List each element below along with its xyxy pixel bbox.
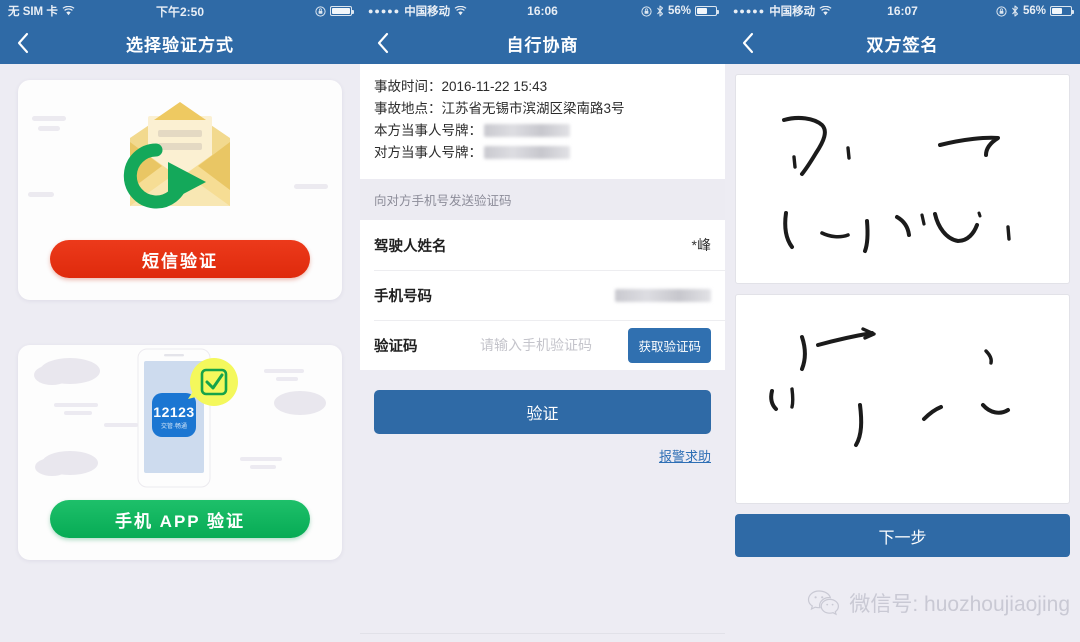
status-right-group: 56% — [641, 5, 719, 17]
chevron-left-icon[interactable] — [360, 32, 404, 54]
negotiation-form: 事故时间： 2016-11-22 15:43 事故地点： 江苏省无锡市滨湖区梁南… — [360, 64, 725, 642]
screenshot-stage: 无 SIM 卡 下午2:50 选择验证方式 短信验证 12123 交管·畅通 手… — [0, 0, 1080, 642]
police-help-label: 报警求助 — [658, 449, 711, 465]
battery-percent: 56% — [667, 5, 691, 17]
method-card-app[interactable]: 12123 交管·畅通 手机 APP 验证 — [18, 345, 342, 560]
bluetooth-icon — [657, 5, 664, 17]
field-phone-number[interactable]: 手机号码 — [360, 270, 725, 320]
nav-bar: 选择验证方式 — [0, 22, 360, 64]
status-carrier-group: ●●●●● 中国移动 — [733, 3, 832, 19]
input-field-list: 驾驶人姓名 *峰 手机号码 验证码 请输入手机验证码 获取验证码 — [360, 220, 725, 371]
next-step-button[interactable]: 下一步 — [735, 514, 1070, 557]
phone-panel-signatures: ●●●●● 中国移动 16:07 56% 双方签名 下一步 微信号: huozh… — [725, 0, 1080, 642]
info-row: 本方当事人号牌： — [374, 120, 711, 142]
signal-dots-icon: ●●●●● — [733, 6, 766, 16]
svg-text:12123: 12123 — [153, 404, 194, 420]
field-value: *峰 — [691, 237, 711, 254]
police-help-link[interactable]: 报警求助 — [360, 434, 725, 465]
info-label: 事故地点： — [374, 100, 442, 116]
envelope-arrow-icon — [18, 80, 342, 232]
status-bar: ●●●●● 中国移动 16:06 56% — [360, 0, 725, 22]
info-value: 江苏省无锡市滨湖区梁南路3号 — [441, 100, 625, 116]
field-label: 驾驶人姓名 — [374, 238, 447, 255]
phone-panel-choose-method: 无 SIM 卡 下午2:50 选择验证方式 短信验证 12123 交管·畅通 手… — [0, 0, 360, 642]
redacted-plate-other — [484, 146, 570, 159]
next-step-label: 下一步 — [878, 529, 927, 547]
redacted-phone-number — [615, 288, 711, 302]
battery-icon — [1050, 6, 1074, 16]
phone-panel-negotiation: ●●●●● 中国移动 16:06 56% 自行协商 事故时间： 2016-11-… — [360, 0, 725, 642]
battery-icon — [695, 6, 719, 16]
signature-canvas-party-b[interactable] — [735, 294, 1070, 504]
info-label: 对方当事人号牌： — [374, 144, 482, 160]
wifi-icon — [454, 6, 467, 16]
bluetooth-icon — [1012, 5, 1019, 17]
status-carrier-group: ●●●●● 中国移动 — [368, 3, 467, 19]
sms-verify-label: 短信验证 — [142, 251, 218, 271]
field-verification-code[interactable]: 验证码 请输入手机验证码 获取验证码 — [360, 320, 725, 370]
battery-percent: 56% — [1022, 5, 1046, 17]
signal-dots-icon: ●●●●● — [368, 6, 401, 16]
method-list: 短信验证 12123 交管·畅通 手机 APP 验证 — [0, 64, 360, 642]
signature-canvas-party-a[interactable] — [735, 74, 1070, 284]
carrier-label: 中国移动 — [769, 6, 816, 18]
chevron-left-icon[interactable] — [725, 32, 769, 54]
verification-code-input[interactable]: 请输入手机验证码 — [480, 335, 592, 355]
battery-icon — [330, 6, 354, 16]
page-title: 自行协商 — [506, 35, 579, 55]
page-title: 双方签名 — [866, 35, 939, 55]
app-verify-label: 手机 APP 验证 — [114, 511, 246, 531]
carrier-label: 中国移动 — [404, 6, 451, 18]
verify-label: 验证 — [526, 406, 559, 424]
wifi-icon — [62, 6, 75, 16]
accident-info-card: 事故时间： 2016-11-22 15:43 事故地点： 江苏省无锡市滨湖区梁南… — [360, 64, 725, 180]
redacted-plate-own — [484, 124, 570, 138]
nav-bar: 自行协商 — [360, 22, 725, 64]
status-bar: ●●●●● 中国移动 16:07 56% — [725, 0, 1080, 22]
carrier-label: 无 SIM 卡 — [8, 6, 58, 18]
nav-bar: 双方签名 — [725, 22, 1080, 64]
status-bar: 无 SIM 卡 下午2:50 — [0, 0, 360, 22]
section-header: 向对方手机号发送验证码 — [360, 179, 725, 221]
info-label: 本方当事人号牌： — [374, 122, 482, 138]
sms-verify-button[interactable]: 短信验证 — [50, 240, 310, 278]
phone-app-check-icon: 12123 交管·畅通 — [18, 345, 342, 495]
get-code-button[interactable]: 获取验证码 — [628, 327, 711, 363]
rotation-lock-icon — [641, 5, 652, 17]
signature-area: 下一步 — [725, 64, 1080, 642]
info-row: 对方当事人号牌： — [374, 142, 711, 164]
chevron-left-icon[interactable] — [0, 32, 44, 54]
info-row: 事故地点： 江苏省无锡市滨湖区梁南路3号 — [374, 98, 711, 120]
verify-button[interactable]: 验证 — [374, 390, 711, 435]
info-label: 事故时间： — [374, 79, 442, 94]
method-card-sms[interactable]: 短信验证 — [18, 80, 342, 300]
status-carrier-group: 无 SIM 卡 — [8, 3, 75, 19]
field-label: 手机号码 — [374, 288, 432, 305]
info-row: 事故时间： 2016-11-22 15:43 — [374, 76, 711, 98]
rotation-lock-icon — [315, 5, 326, 17]
panel-divider — [360, 633, 725, 634]
status-right-group: 56% — [996, 5, 1074, 17]
app-verify-button[interactable]: 手机 APP 验证 — [50, 500, 310, 538]
field-label: 验证码 — [374, 338, 418, 355]
info-value: 2016-11-22 15:43 — [441, 79, 548, 94]
wifi-icon — [819, 6, 832, 16]
rotation-lock-icon — [996, 5, 1007, 17]
field-driver-name[interactable]: 驾驶人姓名 *峰 — [360, 220, 725, 270]
svg-text:交管·畅通: 交管·畅通 — [161, 422, 187, 430]
status-right-group — [315, 5, 354, 17]
page-title: 选择验证方式 — [126, 35, 234, 55]
